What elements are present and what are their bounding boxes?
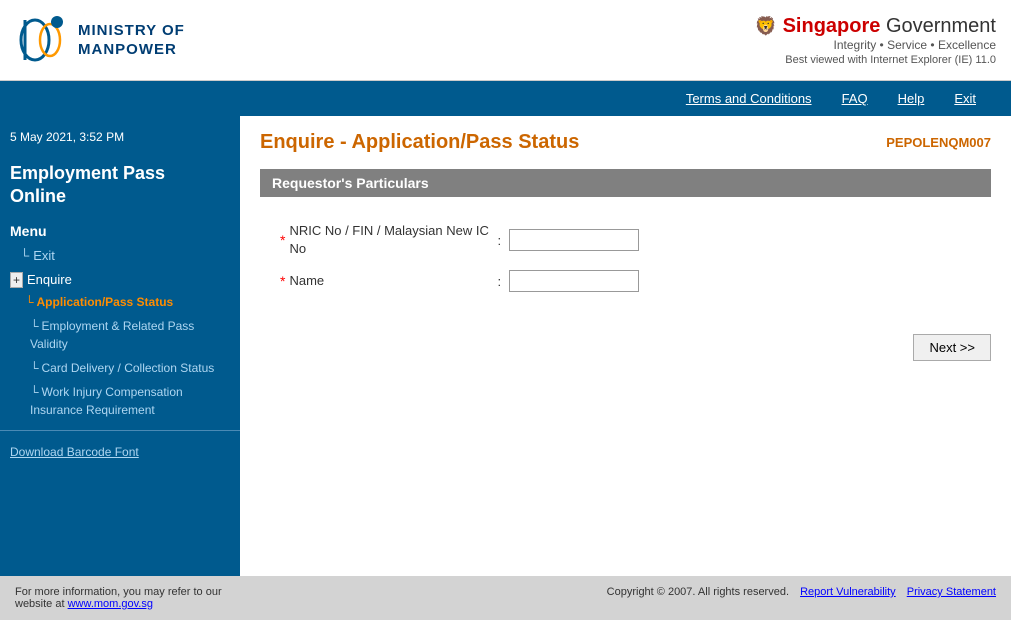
help-link[interactable]: Help (883, 81, 940, 116)
form-area: * NRIC No / FIN / Malaysian New IC No : … (260, 212, 991, 314)
footer-mom-link[interactable]: www.mom.gov.sg (68, 598, 153, 610)
content-area: Enquire - Application/Pass Status PEPOLE… (240, 116, 1011, 576)
page-code: PEPOLENQM007 (886, 135, 991, 150)
sidebar-item-application-pass-status[interactable]: └Application/Pass Status (0, 291, 240, 314)
next-button[interactable]: Next >> (913, 334, 991, 361)
footer-privacy-statement[interactable]: Privacy Statement (907, 586, 996, 598)
page-title: Enquire - Application/Pass Status (260, 131, 579, 154)
section-header: Requestor's Particulars (260, 169, 991, 197)
sidebar-item-employment-pass-validity[interactable]: └Employment & Related Pass Validity (0, 314, 240, 356)
logo-area: MINISTRY OF MANPOWER (15, 10, 185, 70)
gov-brand-title: 🦁 Singapore Government (755, 15, 996, 38)
sidebar-download-barcode[interactable]: Download Barcode Font (0, 439, 240, 462)
navbar: Terms and Conditions FAQ Help Exit (0, 81, 1011, 116)
sidebar-divider (0, 430, 240, 431)
gov-brand: 🦁 Singapore Government Integrity • Servi… (755, 15, 996, 66)
sidebar-enquire-section[interactable]: + Enquire (0, 266, 240, 291)
sidebar-menu-label: Menu (0, 217, 240, 245)
gov-tagline: Integrity • Service • Excellence (755, 38, 996, 52)
name-row: * Name : (280, 270, 971, 292)
button-row: Next >> (260, 334, 991, 361)
sidebar: 5 May 2021, 3:52 PM Employment Pass Onli… (0, 116, 240, 576)
footer-right: Copyright © 2007. All rights reserved. R… (240, 576, 1011, 620)
footer-left: For more information, you may refer to o… (0, 576, 240, 620)
page-title-row: Enquire - Application/Pass Status PEPOLE… (260, 131, 991, 154)
org-name: MINISTRY OF MANPOWER (78, 21, 185, 60)
exit-nav-link[interactable]: Exit (939, 81, 991, 116)
name-required-star: * (280, 273, 285, 289)
sidebar-item-work-injury[interactable]: └Work Injury Compensation Insurance Requ… (0, 380, 240, 422)
sidebar-item-card-delivery[interactable]: └Card Delivery / Collection Status (0, 356, 240, 380)
nric-colon: : (497, 233, 501, 248)
sidebar-exit-link[interactable]: └Exit (0, 245, 240, 266)
name-label: Name (289, 272, 489, 290)
footer-copyright: Copyright © 2007. All rights reserved. (607, 586, 789, 598)
best-viewed-text: Best viewed with Internet Explorer (IE) … (755, 54, 996, 66)
enquire-expand-icon: + (10, 272, 23, 288)
nric-required-star: * (280, 232, 285, 248)
name-field[interactable] (509, 270, 639, 292)
mom-logo-icon (15, 10, 70, 70)
header: MINISTRY OF MANPOWER 🦁 Singapore Governm… (0, 0, 1011, 81)
terms-link[interactable]: Terms and Conditions (671, 81, 827, 116)
sidebar-datetime: 5 May 2021, 3:52 PM (0, 124, 240, 154)
sidebar-app-title: Employment Pass Online (0, 154, 240, 217)
footer-report-vulnerability[interactable]: Report Vulnerability (800, 586, 896, 598)
footer: For more information, you may refer to o… (0, 576, 1011, 620)
nric-row: * NRIC No / FIN / Malaysian New IC No : (280, 222, 971, 258)
main-layout: 5 May 2021, 3:52 PM Employment Pass Onli… (0, 116, 1011, 576)
faq-link[interactable]: FAQ (827, 81, 883, 116)
nric-label: NRIC No / FIN / Malaysian New IC No (289, 222, 489, 258)
nric-fin-field[interactable] (509, 229, 639, 251)
name-colon: : (497, 274, 501, 289)
